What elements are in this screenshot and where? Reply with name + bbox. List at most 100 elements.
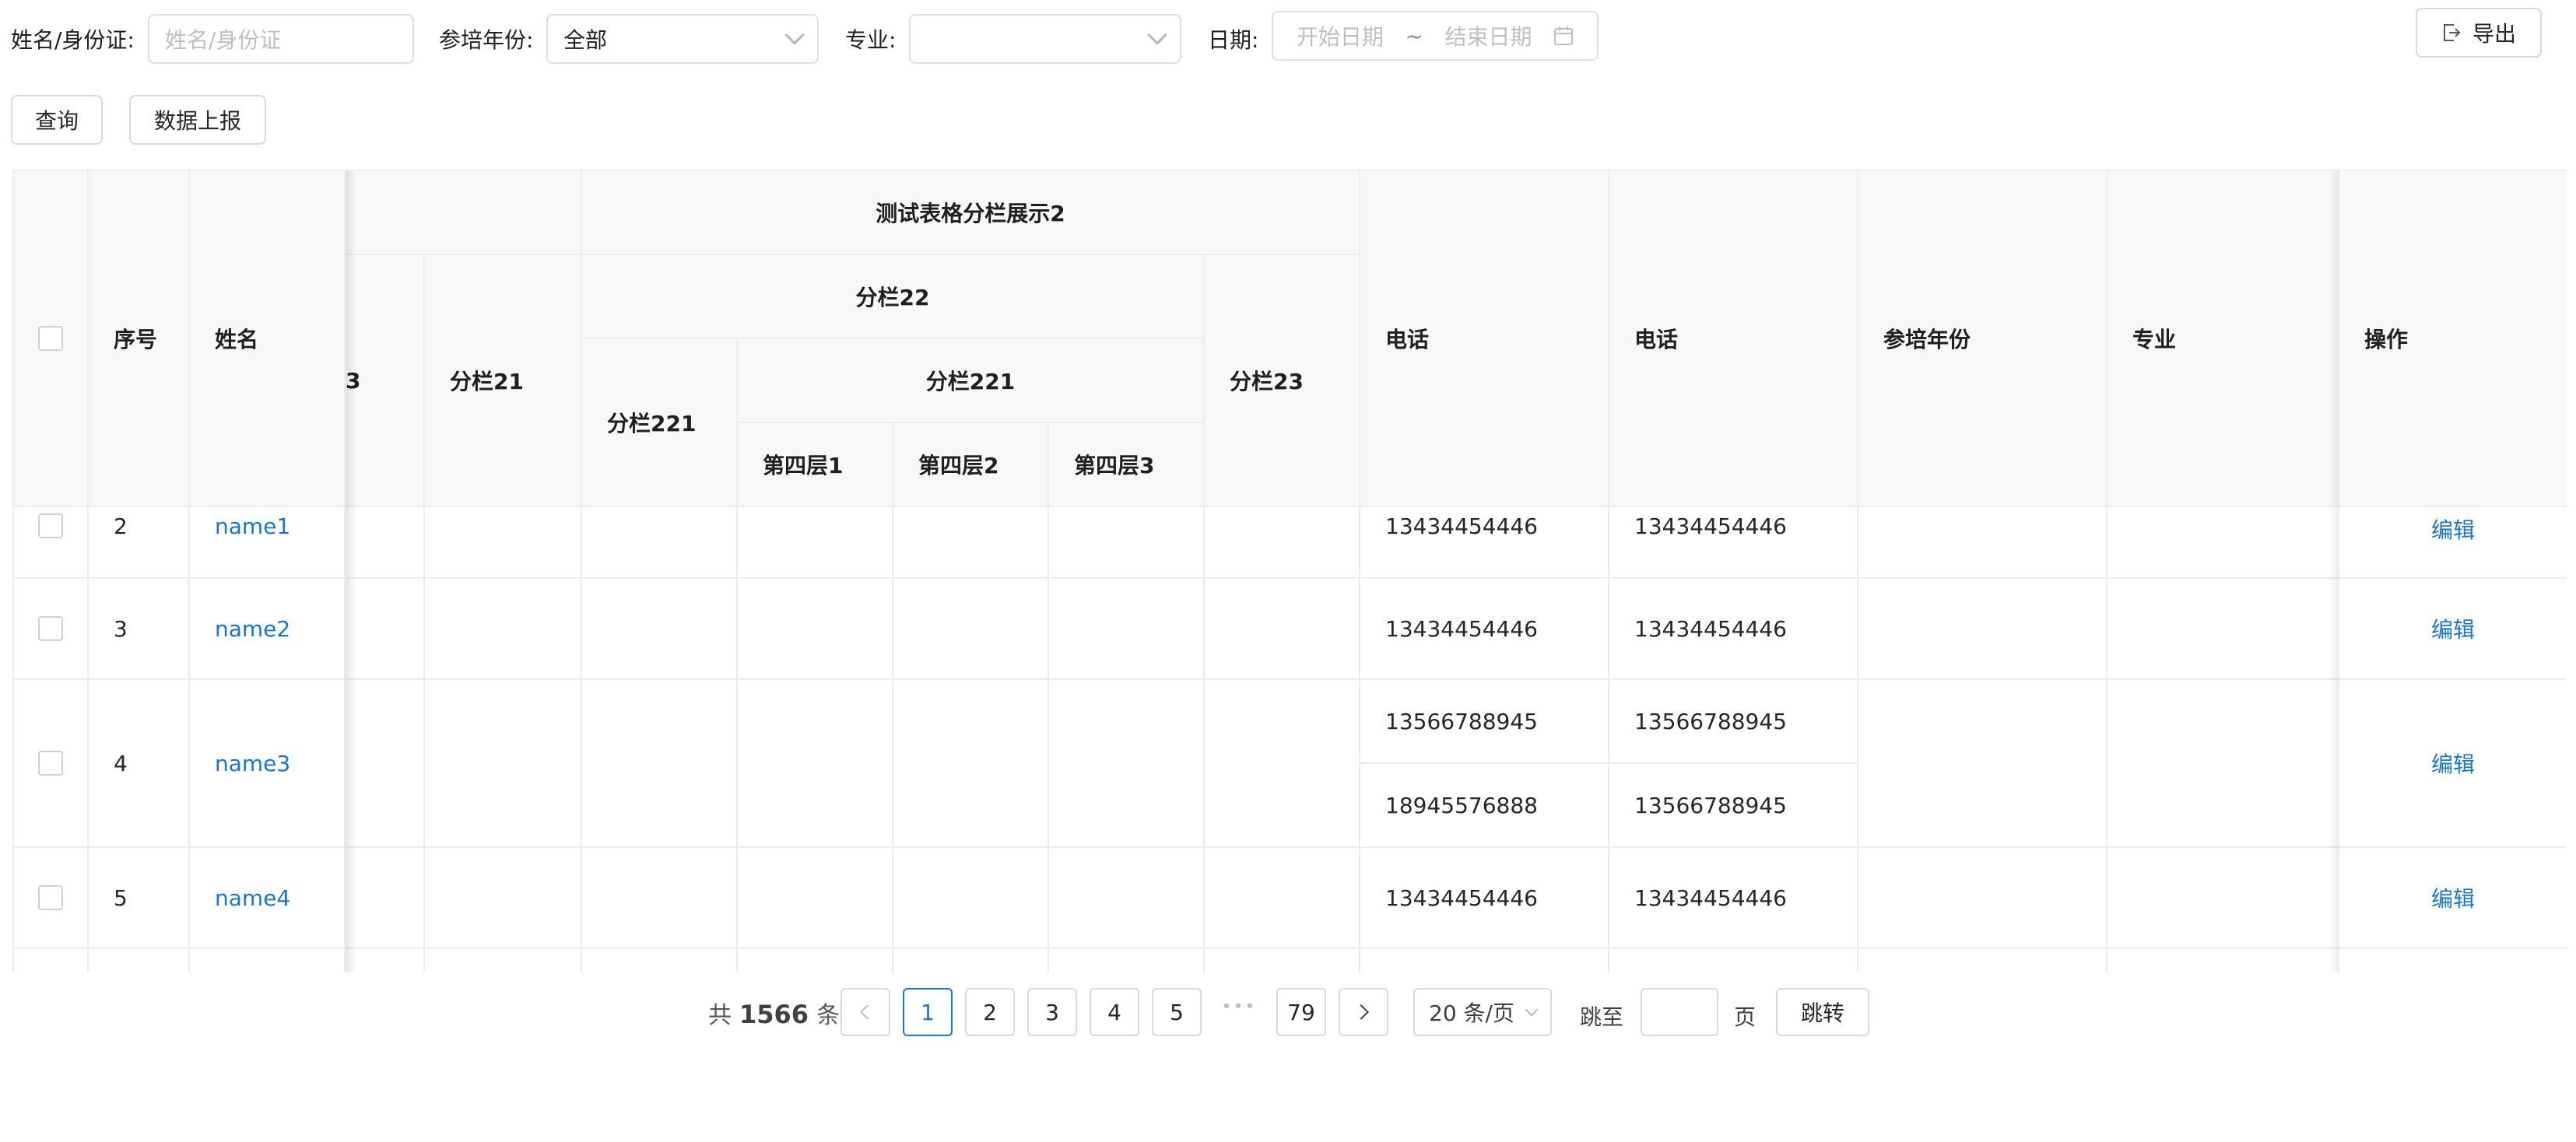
page-4-button[interactable]: 4 <box>1090 988 1139 1036</box>
cell <box>1049 680 1205 848</box>
edit-link[interactable]: 编辑 <box>2431 748 2475 779</box>
row-checkbox[interactable] <box>38 513 63 538</box>
name-id-placeholder: 姓名/身份证 <box>165 27 282 53</box>
year-header-label: 参培年份 <box>1883 327 1971 352</box>
phone2-cell: 13566788945 <box>1609 680 1858 764</box>
year-cell <box>1858 680 2107 848</box>
cell <box>425 680 582 848</box>
major-header: 专业 <box>2107 171 2349 507</box>
seq-cell: 4 <box>89 680 190 848</box>
page-size-select[interactable]: 20 条/页 <box>1413 988 1552 1036</box>
row-checkbox[interactable] <box>38 616 63 641</box>
cell <box>346 949 425 972</box>
cell <box>2107 949 2349 972</box>
jump-button[interactable]: 跳转 <box>1776 988 1869 1036</box>
row-checkbox[interactable] <box>38 885 63 910</box>
export-icon <box>2443 24 2461 41</box>
page-3-button[interactable]: 3 <box>1027 988 1077 1036</box>
phone-value: 18945576888 <box>1385 792 1538 818</box>
cell <box>2339 949 2567 972</box>
phone-value: 13434454446 <box>1385 513 1538 539</box>
name-link[interactable]: name3 <box>215 751 290 776</box>
date-start-placeholder[interactable]: 开始日期 <box>1297 20 1384 51</box>
year-cell <box>1858 579 2107 680</box>
action-cell: 编辑 <box>2339 848 2567 949</box>
major-cell <box>2107 579 2349 680</box>
action-cell: 编辑 <box>2339 507 2567 579</box>
prev-page-button[interactable] <box>841 988 890 1036</box>
col21-header: 分栏21 <box>425 255 582 507</box>
col-partial-header: 3 <box>346 255 425 507</box>
pagination-ellipsis[interactable]: ••• <box>1214 997 1264 1017</box>
seq-value: 2 <box>114 513 128 539</box>
row-checkbox[interactable] <box>38 751 63 776</box>
name-header: 姓名 <box>190 171 346 507</box>
cell <box>893 949 1049 972</box>
cell <box>738 949 893 972</box>
col23-header: 分栏23 <box>1205 255 1360 507</box>
date-end-placeholder[interactable]: 结束日期 <box>1445 20 1532 51</box>
cell <box>893 579 1049 680</box>
cell <box>190 949 346 972</box>
chevron-down-icon <box>784 25 805 45</box>
page-1-button[interactable]: 1 <box>903 988 953 1036</box>
page-number: 3 <box>1045 999 1059 1025</box>
phone-value: 13434454446 <box>1634 885 1787 911</box>
date-range-picker[interactable]: 开始日期 ~ 结束日期 <box>1272 11 1599 61</box>
jump-page-input[interactable] <box>1641 988 1718 1036</box>
cell <box>738 507 893 579</box>
seq-value: 5 <box>114 885 128 911</box>
page-last-button[interactable]: 79 <box>1276 988 1326 1036</box>
cell <box>738 680 893 848</box>
total-prefix: 共 <box>708 1002 732 1029</box>
data-report-button[interactable]: 数据上报 <box>129 95 266 145</box>
group1-header <box>346 171 582 255</box>
date-label: 日期: <box>1208 27 1259 53</box>
edit-link[interactable]: 编辑 <box>2431 882 2475 913</box>
action-cell: 编辑 <box>2339 680 2567 848</box>
cell <box>346 507 425 579</box>
row-checkbox-cell <box>14 680 89 848</box>
export-button[interactable]: 导出 <box>2416 8 2542 58</box>
chevron-left-icon <box>860 1004 876 1020</box>
phone1-cell: 13566788945 <box>1360 680 1609 764</box>
cell <box>1049 848 1205 949</box>
total-count: 1566 <box>739 1000 809 1029</box>
name-link[interactable]: name2 <box>215 616 290 642</box>
edit-link[interactable]: 编辑 <box>2431 513 2475 545</box>
next-page-button[interactable] <box>1339 988 1388 1036</box>
name-link[interactable]: name1 <box>215 513 290 539</box>
cell <box>346 579 425 680</box>
select-all-checkbox[interactable] <box>38 326 63 351</box>
jump-button-label: 跳转 <box>1800 1000 1844 1026</box>
page-5-button[interactable]: 5 <box>1152 988 1202 1036</box>
col221b-header: 分栏221 <box>738 339 1205 423</box>
phone1-label: 电话 <box>1385 327 1430 352</box>
page-size-value: 20 条/页 <box>1429 1000 1514 1026</box>
cell <box>425 949 582 972</box>
row-checkbox-cell <box>14 848 89 949</box>
col221a-header: 分栏221 <box>582 339 738 507</box>
row-checkbox-cell <box>14 507 89 579</box>
year-header: 参培年份 <box>1858 171 2107 507</box>
chevron-right-icon <box>1353 1004 1369 1020</box>
phone2-header: 电话 <box>1609 171 1858 507</box>
year-select-value: 全部 <box>563 27 608 53</box>
query-button[interactable]: 查询 <box>11 95 103 145</box>
page-2-button[interactable]: 2 <box>965 988 1015 1036</box>
edit-link[interactable]: 编辑 <box>2431 613 2475 644</box>
name-link[interactable]: name4 <box>215 885 290 911</box>
row-checkbox-cell <box>14 579 89 680</box>
phone2-label: 电话 <box>1634 327 1679 352</box>
page-number: 4 <box>1107 999 1121 1025</box>
year-cell <box>1858 848 2107 949</box>
level4-2-header: 第四层2 <box>893 423 1049 507</box>
cell <box>89 949 190 972</box>
phone2-cell: 13434454446 <box>1609 579 1858 680</box>
seq-value: 3 <box>114 615 128 642</box>
year-select[interactable]: 全部 <box>546 14 819 64</box>
name-id-input[interactable]: 姓名/身份证 <box>148 14 414 64</box>
action-header: 操作 <box>2339 171 2567 507</box>
cell <box>738 579 893 680</box>
major-select[interactable] <box>909 14 1181 64</box>
